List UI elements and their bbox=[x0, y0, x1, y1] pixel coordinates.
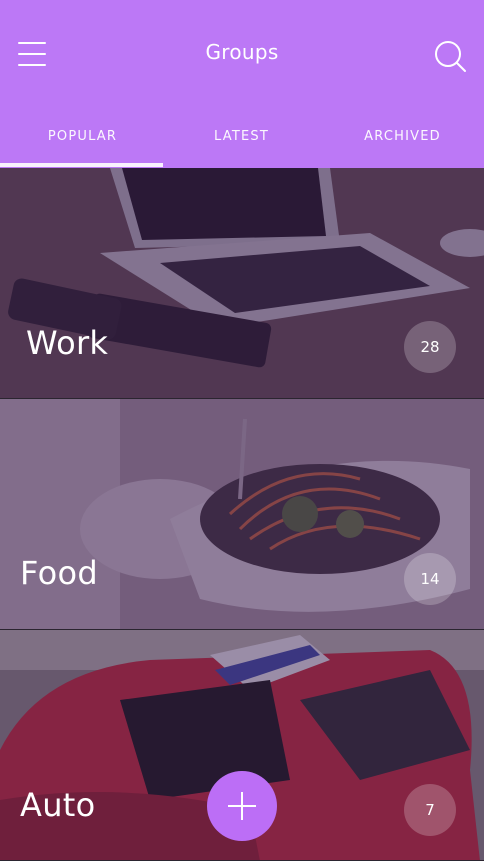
plus-icon bbox=[228, 792, 256, 820]
search-button[interactable] bbox=[430, 36, 470, 76]
count-badge: 14 bbox=[404, 553, 456, 605]
active-tab-indicator bbox=[0, 163, 163, 167]
app-header: Groups POPULAR LATEST ARCHIVED bbox=[0, 0, 484, 168]
page-title: Groups bbox=[205, 40, 279, 64]
tab-bar: POPULAR LATEST ARCHIVED bbox=[0, 120, 484, 168]
group-card-food[interactable]: Food 14 bbox=[0, 399, 484, 629]
group-label: Work bbox=[26, 324, 109, 362]
search-icon bbox=[435, 41, 466, 72]
tab-popular[interactable]: POPULAR bbox=[2, 120, 163, 168]
tab-latest[interactable]: LATEST bbox=[161, 120, 322, 168]
group-label: Food bbox=[20, 554, 98, 592]
tab-archived[interactable]: ARCHIVED bbox=[322, 120, 483, 168]
add-group-button[interactable] bbox=[207, 771, 277, 841]
group-card-work[interactable]: Work 28 bbox=[0, 168, 484, 398]
group-label: Auto bbox=[20, 786, 96, 824]
count-badge: 7 bbox=[404, 784, 456, 836]
count-badge: 28 bbox=[404, 321, 456, 373]
